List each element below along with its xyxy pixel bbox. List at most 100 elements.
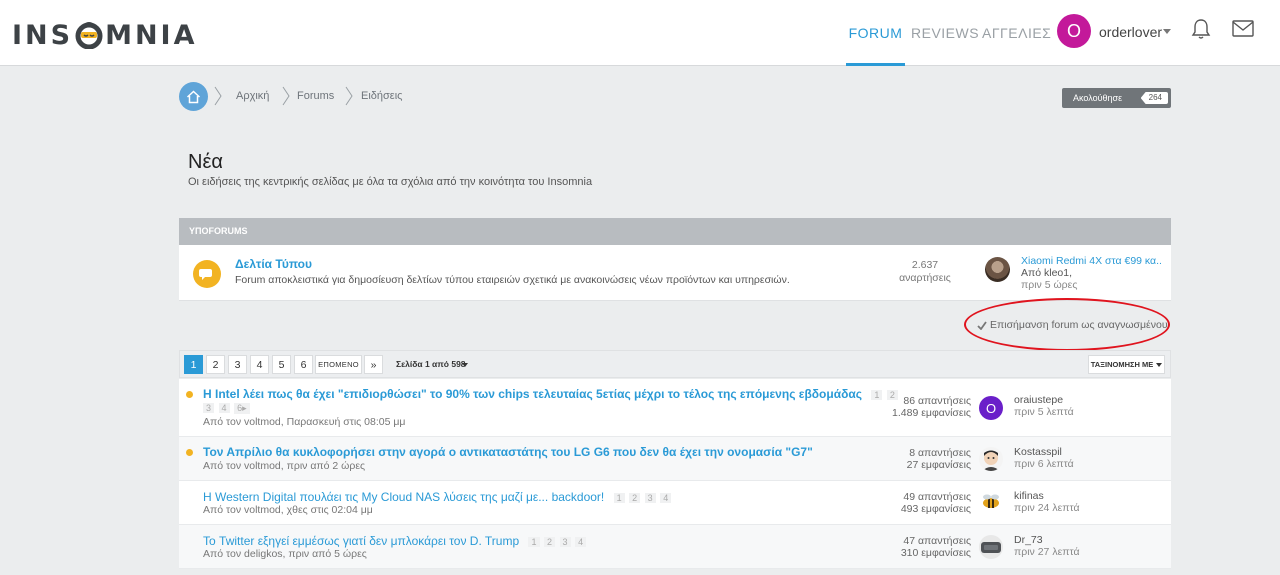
subforum-post-count: 2.637 αναρτήσεις [884,259,966,285]
avatar[interactable] [979,535,1003,559]
home-icon [186,89,201,103]
thread-page-link[interactable]: 2 [544,537,556,547]
nav-reviews[interactable]: REVIEWS [911,0,979,66]
username-menu[interactable]: orderlover [1099,24,1162,40]
thread-views: 1.489 εμφανίσεις [892,407,971,419]
page-3-button[interactable]: 3 [228,355,247,374]
thread-page-links: 1 2 3 4 [613,493,674,503]
thread-row: Η Intel λέει πως θα έχει "επιδιορθώσει" … [179,379,1171,437]
chevron-down-icon[interactable] [1163,29,1171,34]
sort-dropdown-button[interactable]: ΤΑΞΙΝΟΜΗΣΗ ΜΕ [1088,355,1165,374]
breadcrumb-home-button[interactable] [179,82,208,111]
thread-title-text[interactable]: Η Intel λέει πως θα έχει "επιδιορθώσει" … [203,387,862,401]
nav-forum[interactable]: FORUM [846,0,905,66]
thread-title-link[interactable]: Το Twitter εξηγεί εμμέσως γιατί δεν μπλο… [203,534,588,548]
thread-page-link[interactable]: 2 [629,493,641,503]
thread-page-link[interactable]: 1 [613,493,625,503]
follow-button[interactable]: Ακολούθησε 264 [1062,88,1171,108]
thread-replies: 8 απαντήσεις [909,447,971,459]
mail-icon[interactable] [1232,20,1254,42]
last-page-button[interactable]: » [364,355,383,374]
thread-stats: 47 απαντήσεις 310 εμφανίσεις [869,535,971,559]
logo-face-icon [75,21,103,49]
thread-stats: 8 απαντήσεις 27 εμφανίσεις [869,447,971,471]
thread-replies: 47 απαντήσεις [903,535,971,547]
unread-dot-icon [186,391,193,398]
breadcrumb-item-home[interactable]: Αρχική [236,90,269,102]
thread-meta: Από τον voltmod, Παρασκευή στις 08:05 μμ [203,416,406,428]
bell-icon[interactable] [1191,18,1211,45]
thread-replies: 86 απαντήσεις [903,395,971,407]
thread-meta: Από τον voltmod, χθες στις 02:04 μμ [203,504,373,516]
thread-views: 493 εμφανίσεις [900,503,971,515]
thread-last-time: πριν 24 λεπτά [1014,502,1080,514]
thread-meta: Από τον deligkos, πριν από 5 ώρες [203,548,367,560]
avatar[interactable] [985,257,1010,282]
page-5-button[interactable]: 5 [272,355,291,374]
thread-title-link[interactable]: Η Intel λέει πως θα έχει "επιδιορθώσει" … [203,387,900,401]
thread-row: Τον Απρίλιο θα κυκλοφορήσει στην αγορά ο… [179,437,1171,481]
next-page-button[interactable]: ΕΠΟΜΕΝΟ [315,355,362,374]
unread-dot-icon [186,449,193,456]
thread-page-link[interactable]: 4 [575,537,587,547]
avatar[interactable] [979,490,1003,514]
breadcrumb-item-news[interactable]: Ειδήσεις [361,90,402,102]
thread-last-time: πριν 5 λεπτά [1014,406,1074,418]
follow-count-badge: 264 [1140,92,1168,104]
thread-row: Το Twitter εξηγεί εμμέσως γιατί δεν μπλο… [179,525,1171,569]
logo-text-mnia: MNIA [105,19,198,51]
avatar[interactable]: O [979,396,1003,420]
thread-last-user[interactable]: kifinas [1014,490,1044,502]
follow-label: Ακολούθησε [1073,93,1123,103]
subforum-description: Forum αποκλειστικά για δημοσίευση δελτίω… [235,274,790,286]
thread-page-link[interactable]: 4 [660,493,672,503]
thread-title-link[interactable]: Η Western Digital πουλάει τις My Cloud N… [203,490,673,504]
breadcrumb-separator-icon [214,86,222,106]
thread-page-link[interactable]: 3 [203,403,215,413]
thread-last-time: πριν 27 λεπτά [1014,546,1080,558]
breadcrumb-item-forums[interactable]: Forums [297,90,334,102]
page-description: Οι ειδήσεις της κεντρικής σελίδας με όλα… [188,176,593,188]
thread-title-text[interactable]: Η Western Digital πουλάει τις My Cloud N… [203,490,604,504]
page-6-button[interactable]: 6 [294,355,313,374]
page-jump-dropdown[interactable]: Σελίδα 1 από 598 [396,359,466,369]
site-logo[interactable]: INS MNIA [12,17,198,53]
thread-last-user[interactable]: Kostasspil [1014,446,1062,458]
thread-page-link[interactable]: 1 [528,537,540,547]
nav-active-indicator [846,63,905,66]
thread-meta: Από τον voltmod, πριν από 2 ώρες [203,460,366,472]
thread-last-user[interactable]: oraiustepe [1014,394,1063,406]
subforum-count-label: αναρτήσεις [899,272,951,284]
thread-page-links: 3 4 6▸ [203,403,252,414]
subforum-row: Δελτία Τύπου Forum αποκλειστικά για δημο… [179,245,1171,301]
thread-stats: 49 απαντήσεις 493 εμφανίσεις [869,491,971,515]
chevron-down-icon[interactable] [462,363,468,367]
subforum-title-link[interactable]: Δελτία Τύπου [235,257,312,271]
thread-replies: 49 απαντήσεις [903,491,971,503]
thread-stats: 86 απαντήσεις 1.489 εμφανίσεις [869,395,971,419]
highlight-annotation-ellipse [964,298,1170,351]
subforum-count-value: 2.637 [911,259,939,271]
thread-title-text[interactable]: Το Twitter εξηγεί εμμέσως γιατί δεν μπλο… [203,534,519,548]
avatar[interactable] [979,447,1003,471]
breadcrumb-separator-icon [345,86,353,106]
thread-page-link[interactable]: 6▸ [234,403,250,414]
top-header: INS MNIA FORUM REVIEWS ΑΓΓΕΛΙΕΣ O orderl… [0,0,1280,66]
thread-views: 27 εμφανίσεις [906,459,971,471]
nav-ads[interactable]: ΑΓΓΕΛΙΕΣ [982,0,1051,66]
thread-title-link[interactable]: Τον Απρίλιο θα κυκλοφορήσει στην αγορά ο… [203,445,813,459]
thread-last-user[interactable]: Dr_73 [1014,534,1043,546]
thread-page-link[interactable]: 3 [644,493,656,503]
page-4-button[interactable]: 4 [250,355,269,374]
page-1-button[interactable]: 1 [184,355,203,374]
page-2-button[interactable]: 2 [206,355,225,374]
sort-label: ΤΑΞΙΝΟΜΗΣΗ ΜΕ [1090,360,1154,369]
subforum-last-post-link[interactable]: Xiaomi Redmi 4X στα €99 κα... [1021,255,1161,267]
thread-views: 310 εμφανίσεις [900,547,971,559]
thread-list-toolbar: 1 2 3 4 5 6 ΕΠΟΜΕΝΟ » Σελίδα 1 από 598 Τ… [179,350,1171,378]
thread-page-link[interactable]: 4 [218,403,230,413]
bee-icon [983,494,999,508]
thread-page-link[interactable]: 3 [559,537,571,547]
subforum-last-post-author: Από kleo1, [1021,267,1073,279]
user-avatar[interactable]: O [1057,14,1091,48]
